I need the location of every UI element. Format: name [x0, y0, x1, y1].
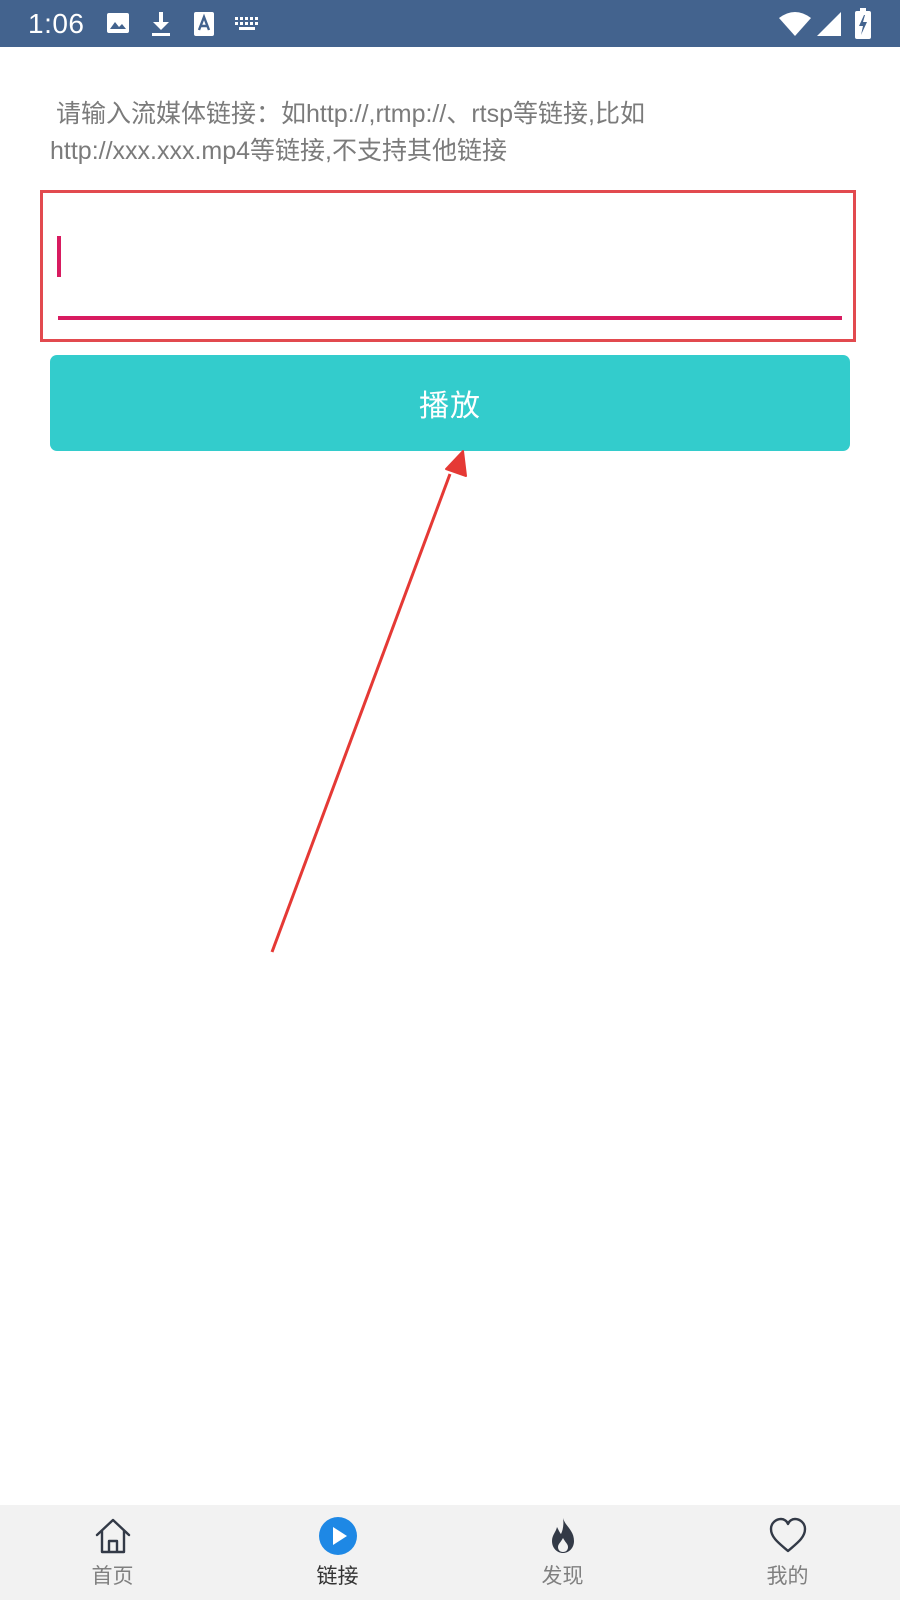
keyboard-icon — [235, 17, 258, 30]
play-circle-icon — [318, 1517, 357, 1555]
nav-label-mine: 我的 — [766, 1564, 809, 1588]
play-button[interactable]: 播放 — [50, 355, 850, 451]
download-icon — [152, 12, 170, 36]
nav-item-mine[interactable]: 我的 — [675, 1505, 900, 1600]
flame-icon — [551, 1518, 574, 1553]
home-icon — [95, 1518, 130, 1554]
instruction-line-2: http://xxx.xxx.mp4等链接,不支持其他链接 — [50, 137, 508, 165]
nav-item-home[interactable]: 首页 — [0, 1505, 225, 1600]
image-icon — [107, 13, 129, 33]
wifi-icon — [779, 12, 811, 36]
nav-item-link[interactable]: 链接 — [225, 1505, 450, 1600]
url-input[interactable] — [56, 226, 846, 284]
instruction-line-1: 请输入流媒体链接：如http://,rtmp://、rtsp等链接,比如 — [56, 100, 645, 128]
status-bar: 1:06 — [0, 0, 900, 47]
nav-label-link: 链接 — [316, 1564, 359, 1588]
status-time: 1:06 — [28, 8, 85, 39]
instruction-text: 请输入流媒体链接：如http://,rtmp://、rtsp等链接,比如 htt… — [50, 96, 750, 170]
input-underline — [58, 316, 842, 320]
bottom-navigation: 首页 链接 发现 我的 — [0, 1505, 900, 1600]
text-cursor — [57, 236, 61, 277]
font-a-icon — [194, 12, 214, 36]
battery-charging-icon — [855, 8, 871, 39]
signal-icon — [817, 12, 841, 36]
heart-icon — [769, 1517, 806, 1553]
nav-label-home: 首页 — [91, 1564, 134, 1588]
nav-item-discover[interactable]: 发现 — [450, 1505, 675, 1600]
nav-label-discover: 发现 — [541, 1564, 584, 1588]
